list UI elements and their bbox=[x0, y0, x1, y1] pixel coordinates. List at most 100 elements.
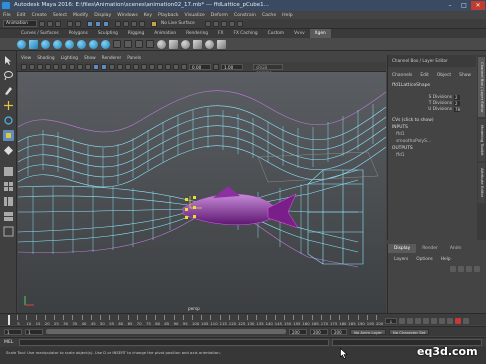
menu-windows[interactable]: Windows bbox=[117, 13, 138, 18]
camera-attributes-icon[interactable] bbox=[29, 63, 35, 70]
move-tool-icon[interactable] bbox=[3, 100, 14, 111]
layer-menu-options[interactable]: Options bbox=[416, 257, 433, 262]
menu-set-select[interactable]: Animation bbox=[3, 20, 37, 27]
attribute-value[interactable]: 78 bbox=[454, 106, 460, 112]
select-tool-icon[interactable] bbox=[3, 55, 14, 66]
resolution-gate-icon[interactable] bbox=[69, 63, 75, 70]
shelf-tab-custom[interactable]: Custom bbox=[263, 29, 289, 38]
cb-menu-edit[interactable]: Edit bbox=[420, 73, 429, 78]
nurbs-square-icon[interactable] bbox=[101, 39, 110, 49]
revolve-icon[interactable] bbox=[157, 39, 166, 49]
ambient-occlusion-icon[interactable] bbox=[133, 63, 139, 70]
paint-select-tool-icon[interactable] bbox=[3, 85, 14, 96]
attribute-value[interactable]: 2 bbox=[454, 94, 460, 100]
menu-constrain[interactable]: Constrain bbox=[234, 13, 256, 18]
layer-menu-help[interactable]: Help bbox=[441, 257, 451, 262]
new-layer-selected-icon[interactable] bbox=[474, 266, 480, 272]
panel-menu-show[interactable]: Show bbox=[84, 56, 96, 61]
playback-range-bar[interactable] bbox=[46, 329, 286, 334]
ipr-render-icon[interactable] bbox=[220, 20, 227, 27]
nurbs-torus-icon[interactable] bbox=[77, 39, 86, 49]
hypershade-icon[interactable] bbox=[236, 20, 243, 27]
maximize-icon[interactable]: □ bbox=[457, 1, 471, 10]
nurbs-cone-icon[interactable] bbox=[53, 39, 62, 49]
exposure-icon[interactable] bbox=[181, 63, 187, 70]
bevel-icon[interactable] bbox=[205, 39, 214, 49]
render-icon[interactable] bbox=[212, 20, 219, 27]
cb-menu-channels[interactable]: Channels bbox=[392, 73, 412, 78]
wireframe-icon[interactable] bbox=[93, 63, 99, 70]
boundary-icon[interactable] bbox=[217, 39, 226, 49]
shadows-icon[interactable] bbox=[125, 63, 131, 70]
panel-menu-panels[interactable]: Panels bbox=[127, 56, 141, 61]
panel-menu-view[interactable]: View bbox=[21, 56, 31, 61]
play-backwards-icon[interactable] bbox=[423, 317, 429, 324]
snap-grid-icon[interactable] bbox=[115, 20, 121, 27]
select-object-icon[interactable] bbox=[95, 20, 101, 27]
menu-key[interactable]: Key bbox=[144, 13, 152, 18]
menu-create[interactable]: Create bbox=[32, 13, 47, 18]
textured-icon[interactable] bbox=[109, 63, 115, 70]
ep-curve-icon[interactable] bbox=[113, 40, 121, 48]
command-input[interactable] bbox=[19, 339, 329, 346]
animation-start-field[interactable]: 1 bbox=[4, 328, 22, 335]
safe-action-icon[interactable] bbox=[85, 63, 91, 70]
cb-menu-object[interactable]: Object bbox=[437, 73, 451, 78]
attribute-value[interactable]: 2 bbox=[454, 100, 460, 106]
cv-curve-icon[interactable] bbox=[124, 40, 132, 48]
menu-edit[interactable]: Edit bbox=[17, 13, 26, 18]
menu-deform[interactable]: Deform bbox=[211, 13, 228, 18]
layer-tab-display[interactable]: Display bbox=[388, 244, 417, 253]
shelf-tab-xgen[interactable]: Xgen bbox=[309, 29, 331, 38]
select-camera-icon[interactable] bbox=[21, 63, 27, 70]
grid-icon[interactable] bbox=[53, 63, 59, 70]
cvs-section[interactable]: CVs (click to show) bbox=[388, 118, 476, 123]
motion-blur-icon[interactable] bbox=[141, 63, 147, 70]
tab-modeling-toolkit[interactable]: Modeling Toolkit bbox=[478, 119, 485, 161]
xray-icon[interactable] bbox=[165, 63, 171, 70]
nurbs-plane-icon[interactable] bbox=[65, 39, 74, 49]
planar-icon[interactable] bbox=[193, 39, 202, 49]
panel-menu-lighting[interactable]: Lighting bbox=[61, 56, 78, 61]
gamma-field[interactable]: 1.00 bbox=[221, 63, 243, 70]
extrude-icon[interactable] bbox=[181, 39, 190, 49]
snap-point-icon[interactable] bbox=[131, 20, 137, 27]
shelf-tab-vvvv[interactable]: Vvvv bbox=[289, 29, 310, 38]
animation-preferences-icon[interactable] bbox=[463, 317, 469, 324]
menu-select[interactable]: Select bbox=[53, 13, 67, 18]
bookmarks-icon[interactable] bbox=[37, 63, 43, 70]
select-component-icon[interactable] bbox=[103, 20, 109, 27]
nurbs-cylinder-icon[interactable] bbox=[41, 39, 50, 49]
move-layer-up-icon[interactable] bbox=[450, 266, 456, 272]
isolate-select-icon[interactable] bbox=[157, 63, 163, 70]
live-surface-icon[interactable] bbox=[151, 20, 157, 27]
undo-icon[interactable] bbox=[67, 20, 73, 27]
character-set-select[interactable]: No Character Set bbox=[388, 328, 430, 335]
menu-cache[interactable]: Cache bbox=[262, 13, 276, 18]
shelf-tab-animation[interactable]: Animation bbox=[149, 29, 181, 38]
layer-tab-anim[interactable]: Anim bbox=[444, 244, 467, 253]
single-perspective-layout-icon[interactable] bbox=[3, 166, 14, 177]
playback-end-field[interactable]: 200 bbox=[289, 328, 307, 335]
view-transform-select[interactable]: sRGB gamma bbox=[253, 63, 283, 75]
menu-visualize[interactable]: Visualize bbox=[185, 13, 205, 18]
menu-modify[interactable]: Modify bbox=[73, 13, 88, 18]
auto-key-icon[interactable] bbox=[455, 317, 461, 324]
shelf-tab-polygons[interactable]: Polygons bbox=[64, 29, 93, 38]
arc-tool-icon[interactable] bbox=[146, 40, 154, 48]
render-settings-icon[interactable] bbox=[228, 20, 235, 27]
gate-mask-icon[interactable] bbox=[77, 63, 83, 70]
persp-graph-layout-icon[interactable] bbox=[3, 211, 14, 222]
snap-surface-icon[interactable] bbox=[139, 20, 145, 27]
rotate-tool-icon[interactable] bbox=[3, 115, 14, 126]
new-layer-icon[interactable] bbox=[466, 266, 472, 272]
shelf-tab-sculpting[interactable]: Sculpting bbox=[93, 29, 123, 38]
shelf-tab-fx-caching[interactable]: FX Caching bbox=[228, 29, 262, 38]
tab-channel-box[interactable]: Channel Box / Layer Editor bbox=[478, 57, 485, 117]
xray-joints-icon[interactable] bbox=[173, 63, 179, 70]
save-scene-icon[interactable] bbox=[55, 20, 61, 27]
input-node[interactable]: ffd1 bbox=[388, 132, 476, 137]
anim-layer-select[interactable]: No Anim Layer bbox=[350, 328, 386, 335]
menu-help[interactable]: Help bbox=[282, 13, 292, 18]
close-icon[interactable]: ✕ bbox=[471, 1, 485, 10]
